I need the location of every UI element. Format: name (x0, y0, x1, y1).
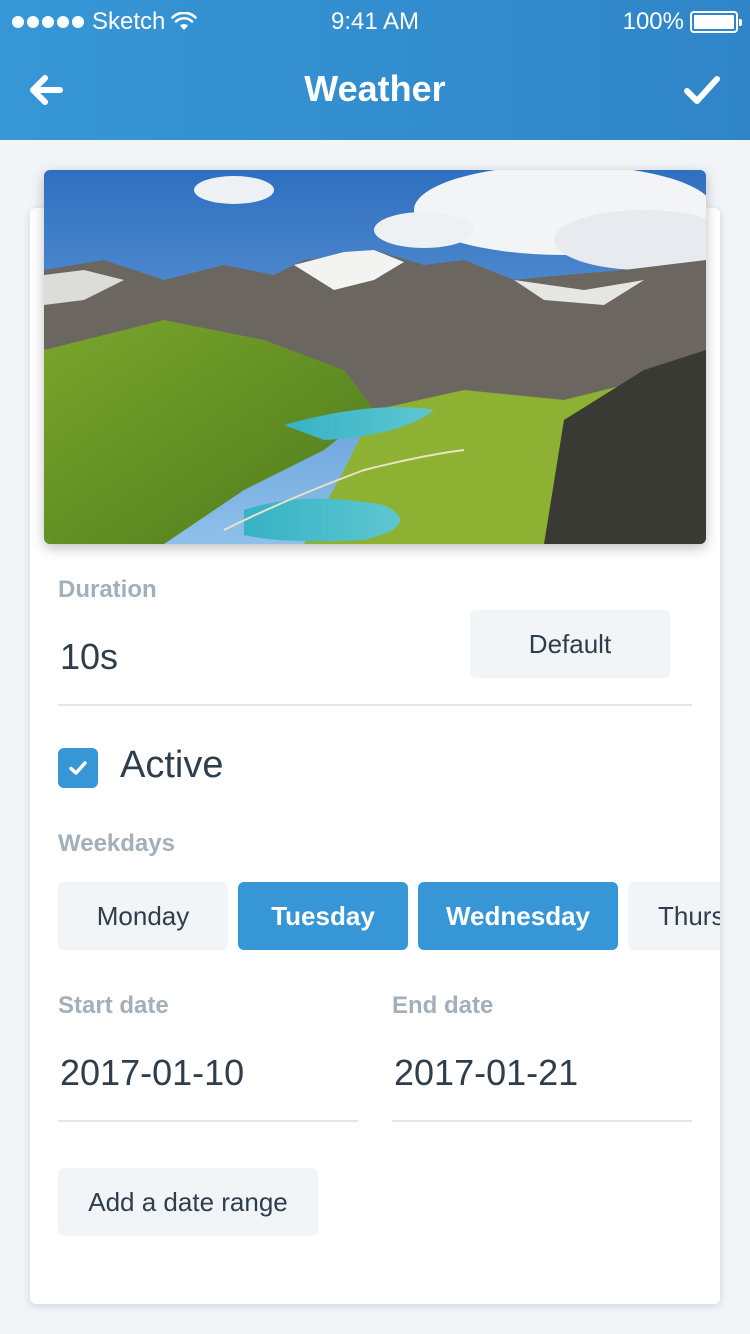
checkmark-icon[interactable] (682, 70, 722, 110)
weekday-thursday[interactable]: Thurs (628, 882, 720, 950)
battery-percent: 100% (622, 8, 684, 35)
start-date-divider (58, 1120, 358, 1122)
app-header: Sketch 9:41 AM 100% Weather (0, 0, 750, 140)
end-date-divider (392, 1120, 692, 1122)
start-date-label: Start date (58, 992, 169, 1019)
page-title: Weather (304, 68, 446, 109)
end-date-label: End date (392, 992, 494, 1019)
checkmark-icon (69, 761, 87, 775)
status-bar: Sketch 9:41 AM 100% (0, 0, 750, 44)
mountain-landscape-image (44, 170, 706, 544)
active-label: Active (120, 744, 224, 786)
weekdays-label: Weekdays (58, 830, 175, 857)
add-date-range-button[interactable]: Add a date range (58, 1168, 318, 1236)
battery-icon (690, 11, 742, 33)
default-button[interactable]: Default (470, 610, 670, 678)
weekday-wednesday[interactable]: Wednesday (418, 882, 618, 950)
duration-value[interactable]: 10s (60, 636, 118, 678)
duration-label: Duration (58, 576, 157, 603)
weekday-monday[interactable]: Monday (58, 882, 228, 950)
hero-image (44, 170, 706, 544)
active-checkbox[interactable] (58, 748, 98, 788)
duration-divider (58, 704, 692, 706)
battery-status: 100% (622, 8, 742, 36)
weekday-tuesday[interactable]: Tuesday (238, 882, 408, 950)
end-date-value[interactable]: 2017-01-21 (394, 1052, 578, 1094)
weekdays-selector: Monday Tuesday Wednesday Thurs (58, 882, 720, 950)
start-date-value[interactable]: 2017-01-10 (60, 1052, 244, 1094)
